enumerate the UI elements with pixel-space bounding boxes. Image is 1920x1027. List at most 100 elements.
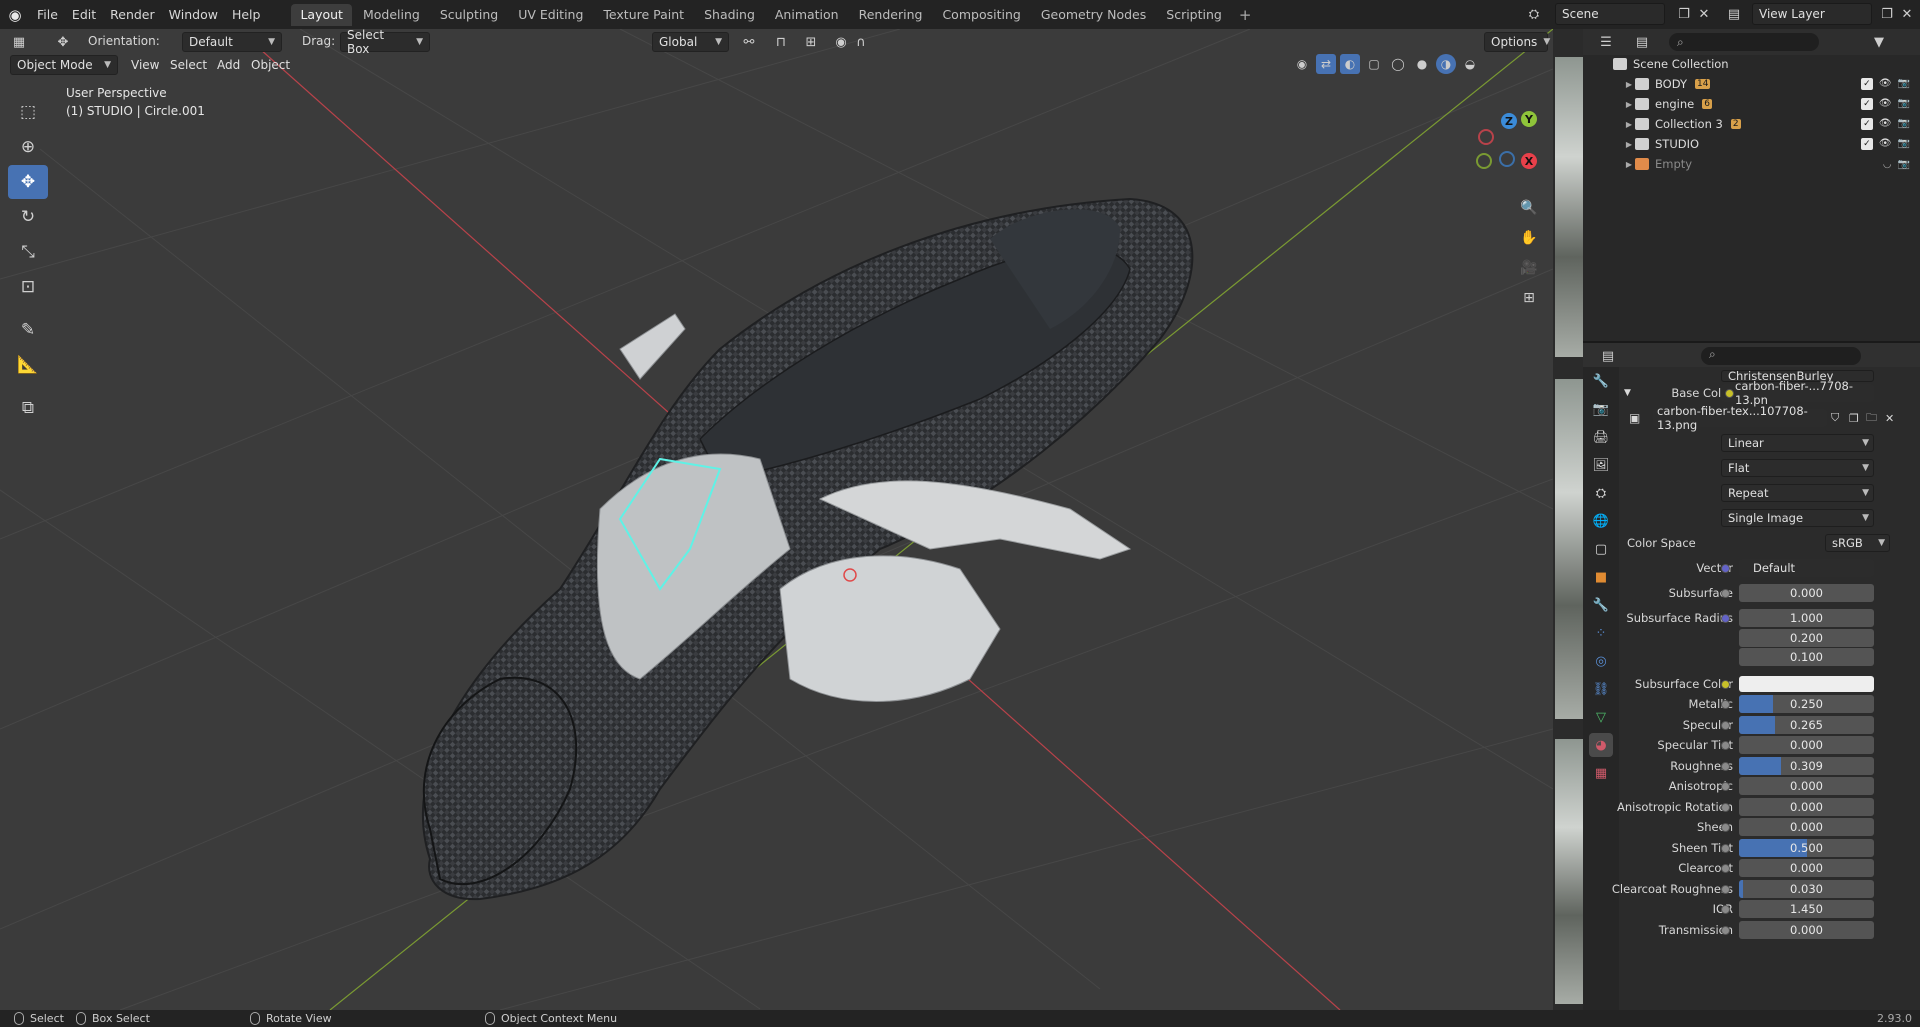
tab-modeling[interactable]: Modeling [354,4,429,26]
eye-icon[interactable]: 👁 [1879,98,1892,110]
outliner-row[interactable]: ▶ STUDIO ✓ 👁 📷 [1583,134,1920,154]
material-tab-icon[interactable]: ◕ [1589,733,1613,757]
mode-dropdown[interactable]: Object Mode ▼ [10,55,118,75]
eye-icon[interactable]: 👁 [1879,138,1892,150]
pan-hand-icon[interactable]: ✋ [1516,225,1542,251]
tab-compositing[interactable]: Compositing [933,4,1029,26]
scene-field[interactable]: Scene [1555,3,1665,25]
motorcycle-model[interactable] [421,197,1194,901]
gizmo-toggle-icon[interactable]: ⇄ [1316,54,1336,74]
add-workspace-button[interactable]: + [1231,6,1260,24]
menu-file[interactable]: File [30,4,65,26]
property-slider[interactable]: 0.000 [1739,798,1874,816]
scene-icon[interactable]: ⛭ [1523,3,1545,25]
view-layer-field[interactable]: View Layer [1752,3,1872,25]
tab-scripting[interactable]: Scripting [1157,4,1231,26]
neg-y-axis-handle[interactable] [1476,153,1492,169]
delete-scene-icon[interactable]: ✕ [1693,3,1715,25]
properties-search-input[interactable]: ⌕ [1701,347,1861,365]
projection-dropdown[interactable]: Flat ▼ [1721,459,1874,477]
z-axis-handle[interactable]: Z [1501,113,1517,129]
overlay-toggle-icon[interactable]: ◐ [1340,54,1360,74]
texture-tab-icon[interactable]: ▦ [1589,761,1613,785]
particles-tab-icon[interactable]: ⁘ [1589,621,1613,645]
vector-link[interactable]: Default [1739,559,1874,577]
measure-tool-icon[interactable]: 📐 [8,348,48,382]
menu-render[interactable]: Render [103,4,162,26]
exclude-checkbox[interactable]: ✓ [1860,138,1873,150]
annotate-tool-icon[interactable]: ✎ [8,313,48,347]
duplicate-icon[interactable]: ❐ [1849,412,1859,425]
tab-geometry-nodes[interactable]: Geometry Nodes [1032,4,1155,26]
tab-uv-editing[interactable]: UV Editing [509,4,592,26]
exclude-checkbox[interactable]: ✓ [1860,118,1873,130]
render-camera-icon[interactable]: 📷 [1898,138,1910,150]
editor-type-icon[interactable]: ▦ [8,31,30,53]
orientation-dropdown[interactable]: Default ▼ [182,32,282,52]
eye-icon[interactable]: 👁 [1879,78,1892,90]
tab-layout[interactable]: Layout [291,3,352,26]
3d-viewport[interactable]: ▦ ✥ Orientation: Default ▼ Drag: Select B… [0,29,1553,1010]
drag-dropdown[interactable]: Select Box ▼ [340,29,430,56]
add-menu[interactable]: Add [217,58,240,72]
expand-triangle-icon[interactable]: ▶ [1623,80,1635,89]
image-browse-icon[interactable]: ▣ [1629,411,1640,425]
eye-icon[interactable]: 👁 [1879,118,1892,130]
render-camera-icon[interactable]: 📷 [1898,78,1910,90]
view-layer-tab-icon[interactable]: 🖼 [1589,453,1613,477]
exclude-checkbox[interactable]: ✓ [1860,98,1873,110]
filter-icon[interactable]: ▼ [1868,31,1890,53]
extension-dropdown[interactable]: Repeat ▼ [1721,484,1874,502]
outliner-row[interactable]: ▶ BODY 14 ✓ 👁 📷 [1583,74,1920,94]
expand-triangle-icon[interactable]: ▶ [1623,100,1635,109]
outliner-row[interactable]: ▶ engine 6 ✓ 👁 📷 [1583,94,1920,114]
collapse-triangle-icon[interactable]: ▼ [1624,388,1631,398]
x-axis-handle[interactable]: X [1521,153,1537,169]
subsurface-color-swatch[interactable] [1739,676,1874,692]
outliner-row[interactable]: ▶ Empty ◡ 📷 [1583,154,1920,174]
properties-editor-icon[interactable]: ▤ [1597,345,1619,367]
render-camera-icon[interactable]: 📷 [1898,118,1910,130]
menu-window[interactable]: Window [162,4,225,26]
render-tab-icon[interactable]: 📷 [1589,397,1613,421]
proportional-edit-icon[interactable]: ◉ [830,31,852,53]
base-color-link[interactable]: carbon-fiber-...7708-13.pn [1721,379,1874,407]
subsurface-radius-y-field[interactable]: 0.200 [1739,629,1874,647]
object-data-tab-icon[interactable]: ▽ [1589,705,1613,729]
constraints-tab-icon[interactable]: ⛓ [1589,677,1613,701]
subsurface-radius-x-field[interactable]: 1.000 [1739,609,1874,627]
outliner-search-input[interactable]: ⌕ [1669,33,1819,51]
tab-texture-paint[interactable]: Texture Paint [594,4,693,26]
expand-triangle-icon[interactable]: ▶ [1623,140,1635,149]
visibility-icon[interactable]: ◉ [1292,54,1312,74]
object-tab-icon[interactable]: ■ [1589,565,1613,589]
interpolation-dropdown[interactable]: Linear ▼ [1721,434,1874,452]
object-menu[interactable]: Object [251,58,290,72]
property-slider[interactable]: 0.000 [1739,859,1874,877]
falloff-icon[interactable]: ∩ [850,31,872,53]
property-slider[interactable]: 0.000 [1739,777,1874,795]
property-slider[interactable]: 0.309 [1739,757,1874,775]
outliner-row[interactable]: ▶ Collection 3 2 ✓ 👁 📷 [1583,114,1920,134]
navigation-gizmo[interactable]: Z Y X [1465,99,1545,189]
delete-view-layer-icon[interactable]: ✕ [1896,3,1918,25]
ortho-grid-icon[interactable]: ⊞ [1516,285,1542,311]
blender-logo-icon[interactable]: ◉ [0,0,30,29]
zoom-icon[interactable]: 🔍 [1516,195,1542,221]
fake-user-icon[interactable]: ⛉ [1831,411,1839,425]
move-tool-icon[interactable]: ✥ [8,165,48,199]
snap-icon[interactable]: ⊓ [770,31,792,53]
new-scene-icon[interactable]: ❐ [1673,3,1695,25]
menu-help[interactable]: Help [225,4,268,26]
tool-tab-icon[interactable]: 🔧 [1589,369,1613,393]
scene-tab-icon[interactable]: ⛭ [1589,481,1613,505]
world-tab-icon[interactable]: 🌐 [1589,509,1613,533]
render-camera-icon[interactable]: 📷 [1898,159,1910,170]
material-preview-icon[interactable]: ◑ [1436,54,1456,74]
cursor-tool-icon[interactable]: ⊕ [8,130,48,164]
rendered-shading-icon[interactable]: ◒ [1460,54,1480,74]
view-menu[interactable]: View [131,58,159,72]
physics-tab-icon[interactable]: ◎ [1589,649,1613,673]
outliner-editor-icon[interactable]: ☰ [1595,31,1617,53]
camera-view-icon[interactable]: 🎥 [1516,255,1542,281]
